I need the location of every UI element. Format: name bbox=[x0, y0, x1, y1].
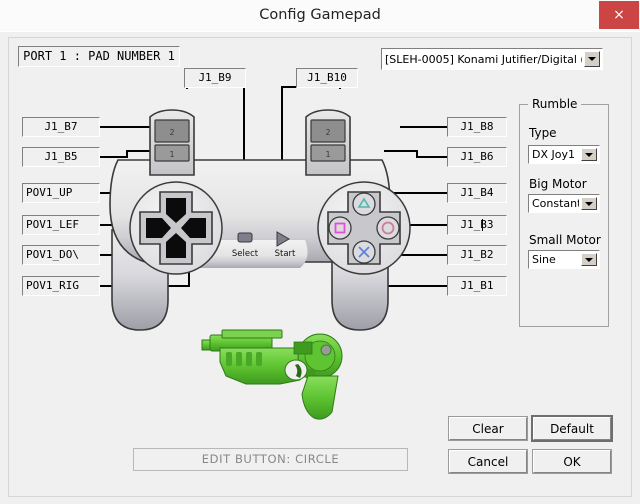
rumble-type-select[interactable]: DX Joy1 bbox=[528, 145, 600, 164]
chevron-down-icon[interactable] bbox=[581, 197, 597, 210]
ok-button[interactable]: OK bbox=[532, 449, 612, 474]
binding-field-J1_B10[interactable]: J1_B10 bbox=[296, 68, 358, 88]
svg-text:1: 1 bbox=[169, 150, 174, 159]
status-bar: EDIT BUTTON: CIRCLE bbox=[133, 448, 408, 471]
binding-field-J1_B8[interactable]: J1_B8 bbox=[447, 117, 507, 137]
chevron-down-icon[interactable] bbox=[581, 253, 597, 266]
binding-field-J1_B7[interactable]: J1_B7 bbox=[22, 117, 100, 137]
rumble-small-motor-label: Small Motor bbox=[529, 233, 601, 247]
binding-field-J1_B9[interactable]: J1_B9 bbox=[184, 68, 246, 88]
binding-field-J1_B5[interactable]: J1_B5 bbox=[22, 147, 100, 167]
rumble-type-label: Type bbox=[529, 126, 557, 140]
clear-button[interactable]: Clear bbox=[448, 416, 528, 441]
svg-text:2: 2 bbox=[325, 128, 330, 137]
rumble-big-motor-value: Constant bbox=[532, 197, 579, 210]
binding-field-POV1_RIGHT[interactable]: POV1_RIG bbox=[22, 276, 100, 296]
text-caret bbox=[482, 219, 483, 231]
binding-field-J1_B4[interactable]: J1_B4 bbox=[447, 183, 507, 203]
rumble-small-motor-select[interactable]: Sine bbox=[528, 250, 600, 269]
rumble-big-motor-label: Big Motor bbox=[529, 177, 587, 191]
binding-field-J1_B6[interactable]: J1_B6 bbox=[447, 147, 507, 167]
rumble-small-motor-value: Sine bbox=[532, 253, 556, 266]
svg-text:Start: Start bbox=[275, 249, 296, 259]
binding-field-POV1_DOWN[interactable]: POV1_DO\ bbox=[22, 245, 100, 265]
svg-text:2: 2 bbox=[169, 128, 174, 137]
rumble-title: Rumble bbox=[528, 97, 582, 111]
rumble-big-motor-select[interactable]: Constant bbox=[528, 194, 600, 213]
chevron-down-icon[interactable] bbox=[581, 148, 597, 161]
config-gamepad-window: Config Gamepad × PORT 1 : PAD NUMBER 1 [… bbox=[0, 0, 640, 504]
binding-field-POV1_LEFT[interactable]: POV1_LEF bbox=[22, 215, 100, 235]
svg-text:Select: Select bbox=[232, 249, 259, 259]
binding-field-J1_B1[interactable]: J1_B1 bbox=[447, 276, 507, 296]
cancel-button[interactable]: Cancel bbox=[448, 449, 528, 474]
default-button[interactable]: Default bbox=[531, 415, 613, 442]
rumble-type-value: DX Joy1 bbox=[532, 148, 575, 161]
svg-text:1: 1 bbox=[325, 150, 330, 159]
binding-field-POV1_UP[interactable]: POV1_UP bbox=[22, 183, 100, 203]
binding-field-J1_B2[interactable]: J1_B2 bbox=[447, 245, 507, 265]
binding-field-J1_B3[interactable]: J1_B3 bbox=[447, 215, 507, 235]
